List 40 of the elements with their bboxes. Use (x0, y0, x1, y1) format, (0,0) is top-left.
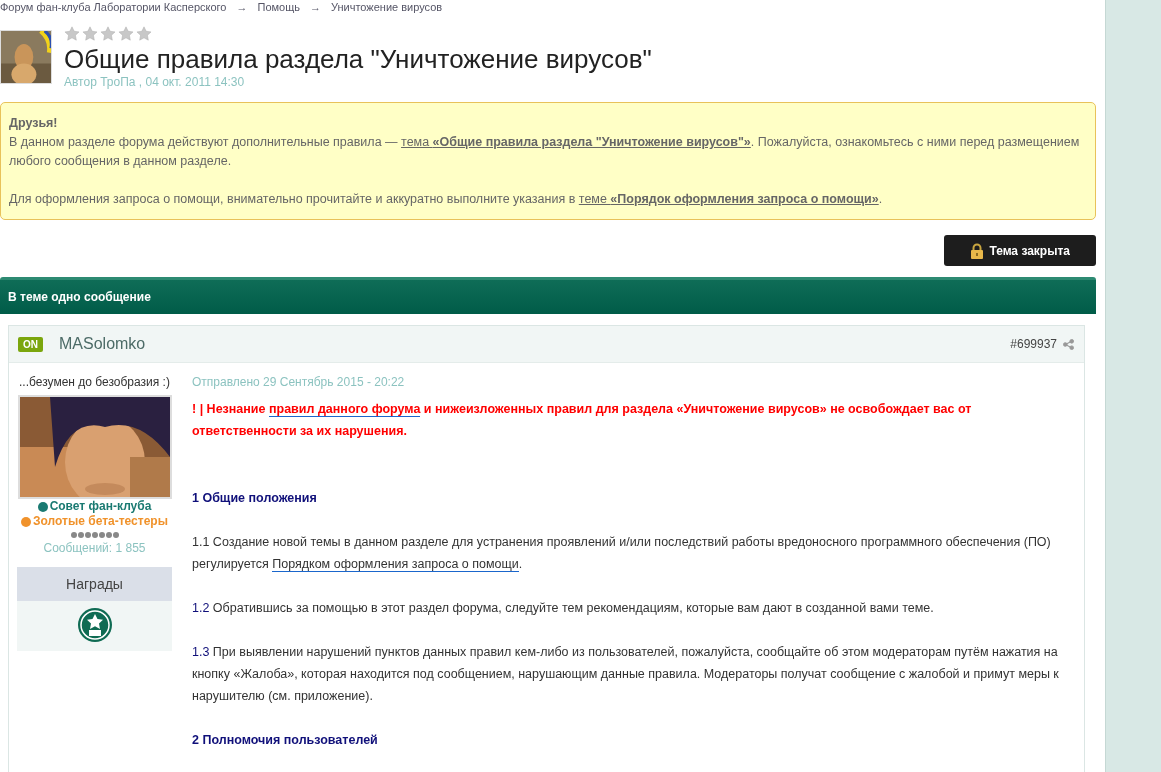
lock-icon (970, 242, 985, 259)
rating-star-icon[interactable] (136, 26, 152, 42)
online-badge: ON (18, 336, 43, 352)
rule-paragraph: 1.1 Создание новой темы в данном разделе для устранения проявлений и/или последствий работы вредоносного программного обеспечения (ПО) регулируется Порядком оформления запроса о помощи. (192, 534, 1052, 574)
share-icon[interactable] (1063, 338, 1074, 350)
rating-star-icon[interactable] (118, 26, 134, 42)
awards-heading: Награды (17, 567, 172, 601)
message-count: Сообщений: 1 855 (43, 541, 146, 555)
group-name: Золотые бета-тестеры (33, 514, 168, 529)
warning-text: ! | Незнание правил данного форума и нижеизложенных правил для раздела «Уничтожение вирусов» не освобождает вас от ответственности за их нарушения. (192, 401, 973, 440)
topic-meta: Автор ТроПа , 04 окт. 2011 14:30 (64, 75, 246, 89)
rules-link[interactable]: правил данного форума (268, 402, 421, 417)
post-count-text: В теме одно сообщение (8, 290, 151, 304)
rating-star-icon[interactable] (100, 26, 116, 42)
group-name: Совет фан-клуба (49, 499, 152, 514)
topic-link[interactable]: тема «Общие правила раздела "Уничтожение вирусов"» (401, 135, 751, 149)
rating-star-icon[interactable] (64, 26, 80, 42)
rule-paragraph: 1.2 Обратившись за помощью в этот раздел форума, следуйте тем рекомендациям, которые вам дают в созданной вами теме. (192, 600, 935, 617)
author-link[interactable]: MASolomko (59, 335, 146, 353)
breadcrumb-separator: → (310, 0, 321, 14)
rules-link[interactable]: Порядком оформления запроса о помощи (272, 557, 519, 572)
topic-link[interactable]: теме «Порядок оформления запроса о помощи» (578, 192, 879, 206)
rule-paragraph: 1.3 При выявлении нарушений пунктов данных правил кем-либо из пользователей, пожалуйста, сообщайте об этом модераторам путём нажатия на кнопку «Жалоба», которая находится под сообщением, нарушающим данные правила. Модераторы получат сообщение с жалобой и примут меры к нарушителю (см. приложение). (192, 644, 1060, 705)
section-heading: 1 Общие положения (192, 490, 318, 507)
breadcrumb-link[interactable]: Помощь (257, 0, 300, 14)
section-heading: 2 Полномочия пользователей (192, 732, 379, 749)
post-number-link[interactable]: #699937 (1010, 337, 1057, 351)
breadcrumb-link[interactable]: Форум фан-клуба Лаборатории Касперского (0, 0, 227, 14)
rating-star-icon[interactable] (82, 26, 98, 42)
notice-greeting: Друзья! (9, 115, 59, 132)
notice-paragraph: Для оформления запроса о помощи, внимательно прочитайте и аккуратно выполните указания в теме «Порядок оформления запроса о помощи». (9, 191, 884, 208)
user-title: ...безумен до безобразия :) (19, 375, 170, 389)
topic-closed-button[interactable]: Тема закрыта (944, 235, 1096, 266)
breadcrumb-link[interactable]: Уничтожение вирусов (331, 0, 443, 14)
post-date: Отправлено 29 Сентябрь 2015 - 20:22 (192, 375, 406, 389)
award-medal-icon[interactable] (76, 607, 113, 643)
rank-dots-icon (70, 532, 119, 538)
notice-paragraph: В данном разделе форума действуют дополнительные правила — тема «Общие правила раздела "Уничтожение вирусов"». Пожалуйста, ознакомьтесь с ними перед размещением любого сообщения в данном разделе. (9, 134, 1081, 170)
topic-title: Общие правила раздела "Уничтожение вирусов" (64, 44, 652, 74)
breadcrumb-separator: → (236, 0, 248, 14)
